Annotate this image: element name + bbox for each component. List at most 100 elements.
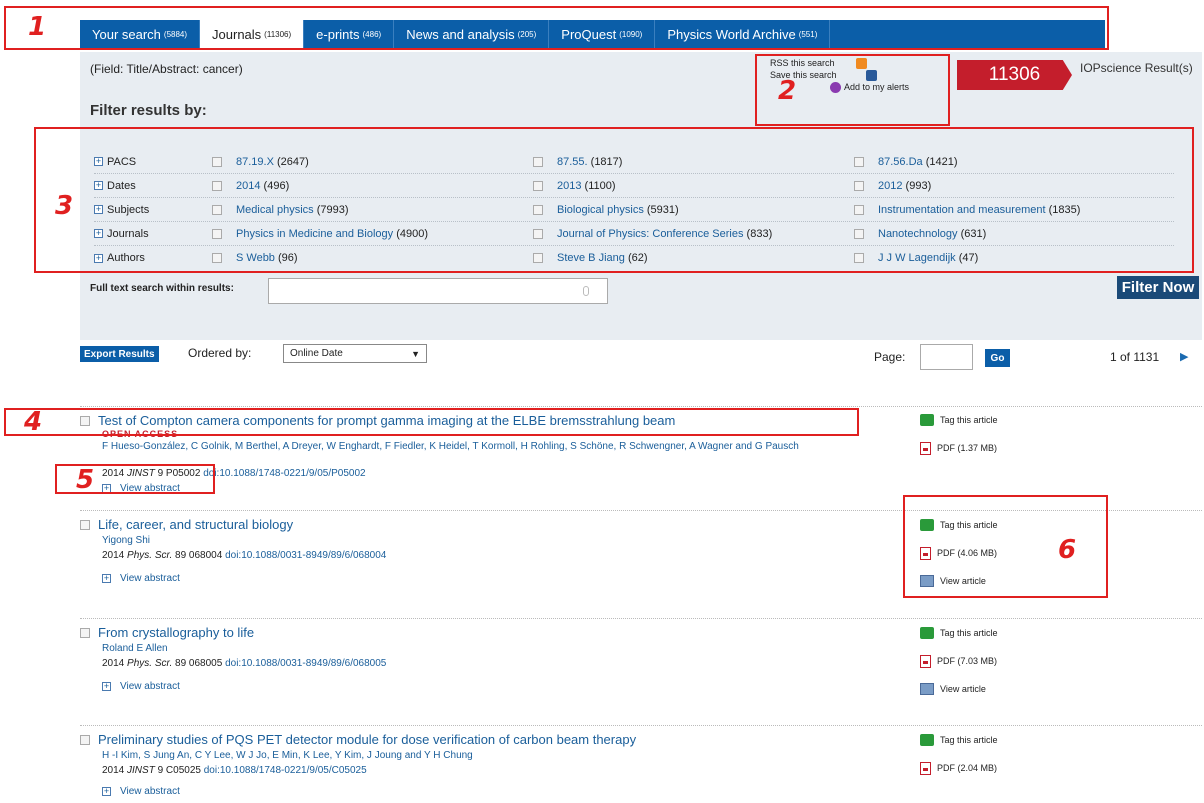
filter-option-link[interactable]: Instrumentation and measurement [878,204,1046,216]
pdf-link[interactable]: PDF (2.04 MB) [920,761,998,775]
expand-icon[interactable]: + [94,229,103,238]
export-results-button[interactable]: Export Results [80,346,159,362]
fulltext-search-input[interactable] [268,278,608,304]
view-abstract-toggle[interactable]: + View abstract [102,681,180,692]
filter-option-link[interactable]: Journal of Physics: Conference Series [557,228,743,240]
tab-news-analysis[interactable]: News and analysis (205) [394,20,550,48]
result-checkbox[interactable] [80,415,90,426]
doi-link[interactable]: doi:10.1088/1748-0221/9/05/C05025 [204,765,367,776]
filter-checkbox[interactable] [533,180,543,191]
pdf-label: PDF (2.04 MB) [937,763,998,773]
tag-article-link[interactable]: Tag this article [920,733,998,747]
next-page-icon[interactable]: ▶ [1180,350,1188,363]
tag-article-link[interactable]: Tag this article [920,518,998,532]
filter-option-link[interactable]: 2013 [557,180,581,192]
tab-label: Journals [212,26,262,42]
view-abstract-toggle[interactable]: + View abstract [102,573,180,584]
result-authors: Roland E Allen [102,643,168,654]
filter-option-link[interactable]: J J W Lagendijk [878,252,956,264]
filter-checkbox[interactable] [212,204,222,215]
tag-label: Tag this article [940,415,998,425]
tab-physics-world-archive[interactable]: Physics World Archive (551) [655,20,831,48]
tab-eprints[interactable]: e-prints (486) [304,20,395,48]
tab-label: Physics World Archive [667,26,796,42]
filter-option-link[interactable]: 87.55. [557,156,588,168]
filter-option-link[interactable]: 87.19.X [236,156,274,168]
tag-article-link[interactable]: Tag this article [920,413,998,427]
rss-label[interactable]: RSS this search [760,58,870,69]
citation-volume: 89 068004 [175,550,223,561]
filter-checkbox[interactable] [854,204,864,215]
filter-checkbox[interactable] [533,253,543,263]
filter-checkbox[interactable] [533,156,543,167]
result-citation: 2014 Phys. Scr. 89 068004 doi:10.1088/00… [102,550,386,561]
view-article-link[interactable]: View article [920,682,998,696]
view-abstract-toggle[interactable]: + View abstract [102,483,180,494]
doi-link[interactable]: doi:10.1088/1748-0221/9/05/P05002 [203,468,365,479]
tab-proquest[interactable]: ProQuest (1090) [549,20,656,48]
pdf-link[interactable]: PDF (1.37 MB) [920,441,998,455]
filter-checkbox[interactable] [212,253,222,263]
tab-your-search[interactable]: Your search (5884) [80,20,201,48]
filter-checkbox[interactable] [212,228,222,239]
filter-checkbox[interactable] [212,180,222,191]
result-checkbox[interactable] [80,627,90,638]
result-citation: 2014 Phys. Scr. 89 068005 doi:10.1088/00… [102,658,386,669]
filter-option-link[interactable]: 87.56.Da [878,156,923,168]
page-info: 1 of 1131 [1110,350,1160,364]
citation-volume: 89 068005 [175,658,223,669]
doi-link[interactable]: doi:10.1088/0031-8949/89/6/068005 [225,658,386,669]
expand-icon[interactable]: + [94,157,103,166]
citation-year: 2014 [102,468,125,479]
filter-option-link[interactable]: S Webb [236,252,275,264]
expand-icon[interactable]: + [94,205,103,214]
tag-icon [920,519,934,531]
filter-option-link[interactable]: 2012 [878,180,902,192]
filter-checkbox[interactable] [854,180,864,191]
filter-checkbox[interactable] [854,156,864,167]
result-item: Test of Compton camera components for pr… [80,406,1202,504]
annotation-number-4: 4 [24,407,43,437]
search-filter-panel: (Field: Title/Abstract: cancer) Filter r… [80,52,1202,340]
view-article-link[interactable]: View article [920,574,998,588]
filter-option-link[interactable]: Biological physics [557,204,644,216]
citation-journal: JINST [127,468,155,479]
filter-checkbox[interactable] [854,228,864,239]
filter-checkbox[interactable] [533,228,543,239]
view-abstract-label: View abstract [120,786,180,797]
pdf-link[interactable]: PDF (7.03 MB) [920,654,998,668]
filter-option-link[interactable]: Medical physics [236,204,314,216]
result-title-link[interactable]: From crystallography to life [98,625,254,640]
dropdown-arrow-icon: ▼ [411,348,420,359]
filter-option-link[interactable]: 2014 [236,180,260,192]
doi-link[interactable]: doi:10.1088/0031-8949/89/6/068004 [225,550,386,561]
expand-icon[interactable]: + [94,253,103,263]
result-checkbox[interactable] [80,519,90,530]
page-number-input[interactable] [920,344,973,370]
fulltext-search-label: Full text search within results: [90,283,234,294]
microphone-icon[interactable] [583,286,589,296]
filter-option-count: (1817) [590,155,623,168]
result-title-link[interactable]: Life, career, and structural biology [98,517,293,532]
filter-now-button[interactable]: Filter Now [1117,276,1199,299]
order-select[interactable]: Online Date ▼ [283,344,427,363]
result-title-link[interactable]: Preliminary studies of PQS PET detector … [98,732,636,747]
result-checkbox[interactable] [80,734,90,745]
filter-option-link[interactable]: Steve B Jiang [557,252,625,264]
tab-journals[interactable]: Journals (11306) [200,20,305,48]
go-button[interactable]: Go [985,349,1010,367]
filter-checkbox[interactable] [533,204,543,215]
open-access-badge: OPEN ACCESS [102,429,179,439]
filter-option-link[interactable]: Nanotechnology [878,228,958,240]
annotation-number-2: 2 [778,76,797,106]
pdf-link[interactable]: PDF (4.06 MB) [920,546,998,560]
view-abstract-toggle[interactable]: + View abstract [102,786,180,797]
citation-journal: Phys. Scr. [127,658,173,669]
tag-article-link[interactable]: Tag this article [920,626,998,640]
filter-option-link[interactable]: Physics in Medicine and Biology [236,228,393,240]
filter-checkbox[interactable] [854,253,864,263]
filter-checkbox[interactable] [212,156,222,167]
filter-option-count: (62) [627,252,648,264]
result-title-link[interactable]: Test of Compton camera components for pr… [98,413,675,428]
expand-icon[interactable]: + [94,181,103,190]
